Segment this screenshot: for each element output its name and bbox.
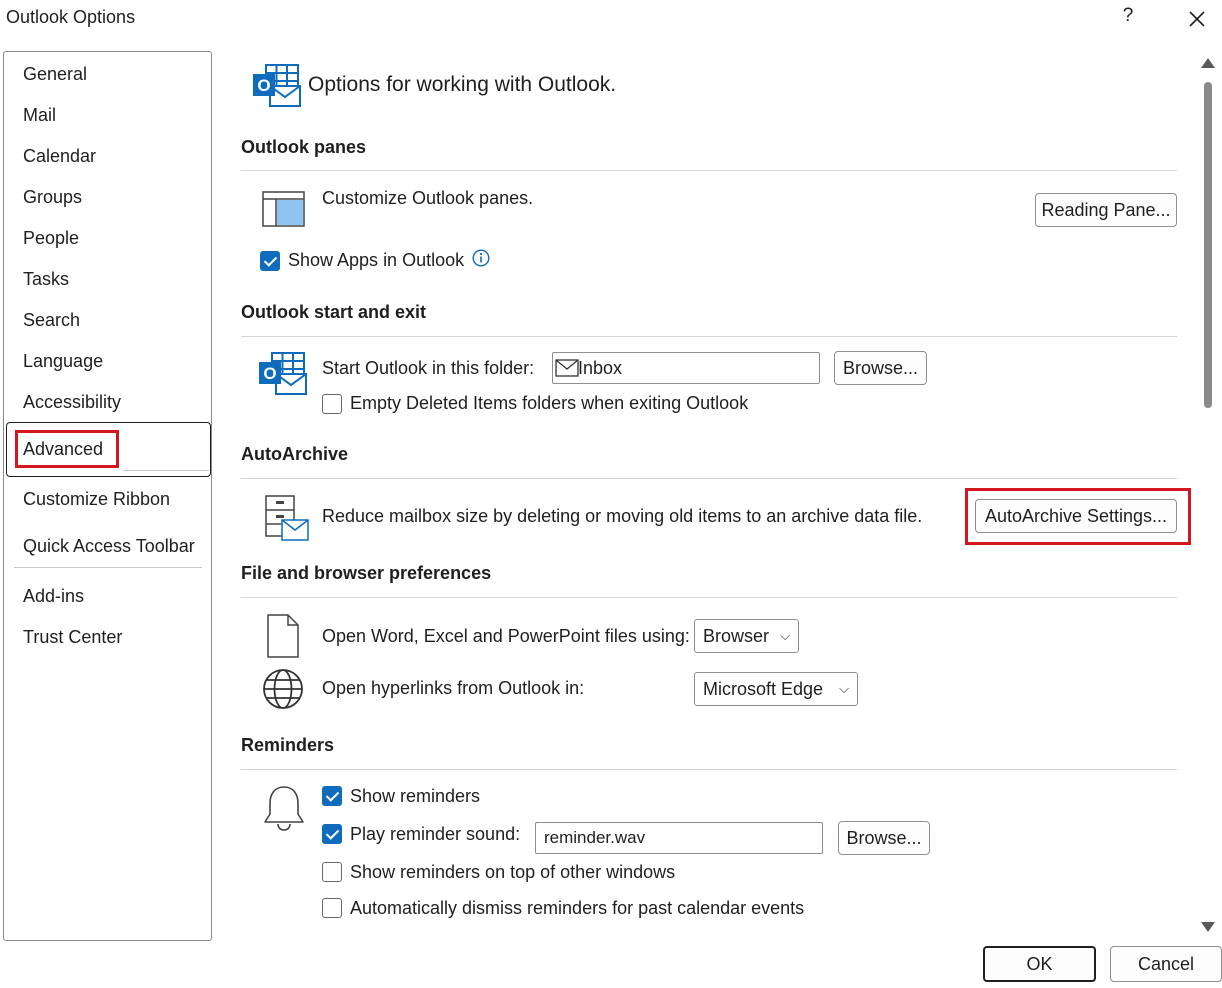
close-icon bbox=[1189, 11, 1205, 27]
play-sound-checkbox[interactable] bbox=[322, 824, 342, 844]
sidebar-item-add-ins[interactable]: Add-ins bbox=[23, 586, 84, 607]
empty-deleted-checkbox[interactable] bbox=[322, 394, 342, 414]
help-button[interactable]: ? bbox=[1116, 5, 1140, 27]
chevron-down-icon: ⌵ bbox=[780, 628, 790, 643]
sidebar-item-quick-access-toolbar[interactable]: Quick Access Toolbar bbox=[23, 536, 195, 557]
reading-pane-button[interactable]: Reading Pane... bbox=[1035, 193, 1177, 227]
options-panel: O Options for working with Outlook. Outl… bbox=[212, 40, 1197, 940]
divider bbox=[123, 470, 209, 471]
autoarchive-settings-button[interactable]: AutoArchive Settings... bbox=[975, 499, 1177, 533]
document-icon bbox=[267, 614, 299, 663]
sidebar-item-mail[interactable]: Mail bbox=[23, 105, 56, 126]
show-reminders-checkbox[interactable] bbox=[322, 786, 342, 806]
show-apps-checkbox[interactable] bbox=[260, 251, 280, 271]
reading-pane-icon bbox=[262, 191, 306, 232]
section-divider bbox=[241, 336, 1177, 337]
section-divider bbox=[241, 478, 1177, 479]
browse-start-folder-button[interactable]: Browse... bbox=[834, 351, 927, 385]
sidebar-item-accessibility[interactable]: Accessibility bbox=[23, 392, 121, 413]
sidebar-nav: General Mail Calendar Groups People Task… bbox=[3, 51, 212, 941]
vertical-scrollbar[interactable] bbox=[1196, 54, 1220, 938]
auto-dismiss-label: Automatically dismiss reminders for past… bbox=[350, 898, 805, 918]
customize-panes-label: Customize Outlook panes. bbox=[322, 188, 534, 208]
hyperlinks-value: Microsoft Edge bbox=[703, 679, 824, 699]
section-divider bbox=[241, 597, 1177, 598]
section-title-reminders: Reminders bbox=[241, 735, 335, 755]
chevron-down-icon: ⌵ bbox=[839, 681, 849, 696]
play-sound-label: Play reminder sound: bbox=[350, 824, 521, 844]
section-divider bbox=[241, 170, 1177, 171]
archive-cabinet-icon bbox=[264, 494, 310, 547]
sidebar-item-trust-center[interactable]: Trust Center bbox=[23, 627, 122, 648]
mail-envelope-icon bbox=[555, 359, 579, 377]
sidebar-item-tasks[interactable]: Tasks bbox=[23, 269, 69, 290]
bell-icon bbox=[262, 784, 306, 837]
svg-text:O: O bbox=[257, 76, 270, 95]
sidebar-item-people[interactable]: People bbox=[23, 228, 79, 249]
section-title-file-browser: File and browser preferences bbox=[241, 563, 492, 583]
scrollbar-thumb[interactable] bbox=[1204, 82, 1212, 408]
close-button[interactable] bbox=[1184, 6, 1210, 32]
outlook-logo-icon: O bbox=[252, 64, 302, 113]
cancel-button[interactable]: Cancel bbox=[1110, 946, 1222, 982]
reminder-sound-field[interactable]: reminder.wav bbox=[535, 822, 823, 854]
start-folder-label: Start Outlook in this folder: bbox=[322, 358, 535, 378]
reminder-sound-value: reminder.wav bbox=[544, 828, 646, 847]
browse-sound-button[interactable]: Browse... bbox=[838, 821, 930, 855]
scroll-down-arrow-icon[interactable] bbox=[1201, 922, 1215, 932]
reminders-on-top-checkbox[interactable] bbox=[322, 862, 342, 882]
open-files-select[interactable]: Browser ⌵ bbox=[694, 619, 799, 653]
section-title-start-exit: Outlook start and exit bbox=[241, 302, 427, 322]
open-files-value: Browser bbox=[703, 626, 770, 646]
scroll-up-arrow-icon[interactable] bbox=[1201, 58, 1215, 68]
reminders-on-top-label: Show reminders on top of other windows bbox=[350, 862, 676, 882]
hyperlinks-select[interactable]: Microsoft Edge ⌵ bbox=[694, 672, 858, 706]
sidebar-item-search[interactable]: Search bbox=[23, 310, 80, 331]
section-divider bbox=[241, 769, 1177, 770]
globe-icon bbox=[262, 668, 304, 715]
outlook-folder-icon: O bbox=[258, 352, 308, 401]
title-bar: Outlook Options ? bbox=[0, 0, 1222, 40]
autoarchive-description: Reduce mailbox size by deleting or movin… bbox=[322, 506, 923, 526]
start-folder-value: Inbox bbox=[578, 358, 623, 378]
ok-button[interactable]: OK bbox=[983, 946, 1096, 982]
show-apps-label: Show Apps in Outlook bbox=[288, 250, 465, 270]
auto-dismiss-checkbox[interactable] bbox=[322, 898, 342, 918]
svg-text:O: O bbox=[263, 364, 276, 383]
open-files-label: Open Word, Excel and PowerPoint files us… bbox=[322, 626, 690, 646]
sidebar-item-language[interactable]: Language bbox=[23, 351, 103, 372]
sidebar-item-customize-ribbon[interactable]: Customize Ribbon bbox=[23, 489, 170, 510]
empty-deleted-label: Empty Deleted Items folders when exiting… bbox=[350, 393, 749, 413]
sidebar-item-groups[interactable]: Groups bbox=[23, 187, 82, 208]
sidebar-item-calendar[interactable]: Calendar bbox=[23, 146, 96, 167]
window-title: Outlook Options bbox=[6, 7, 136, 27]
sidebar-item-general[interactable]: General bbox=[23, 64, 87, 85]
info-icon[interactable] bbox=[472, 249, 490, 272]
show-reminders-label: Show reminders bbox=[350, 786, 481, 806]
section-title-autoarchive: AutoArchive bbox=[241, 444, 349, 464]
sidebar-item-advanced[interactable]: Advanced bbox=[23, 439, 103, 460]
page-heading: Options for working with Outlook. bbox=[308, 73, 617, 96]
start-folder-field[interactable]: Inbox bbox=[552, 352, 820, 384]
sidebar-divider bbox=[14, 567, 202, 568]
section-title-panes: Outlook panes bbox=[241, 137, 367, 157]
hyperlinks-label: Open hyperlinks from Outlook in: bbox=[322, 678, 585, 698]
